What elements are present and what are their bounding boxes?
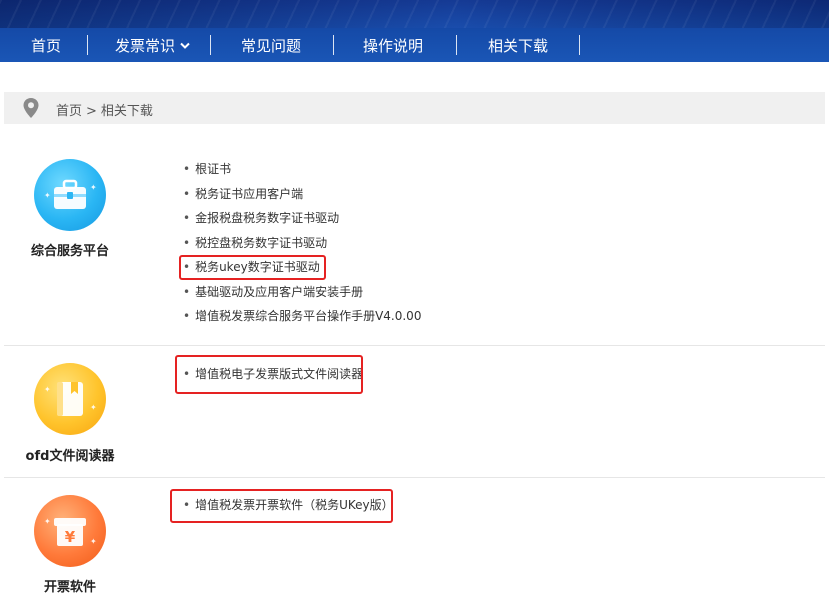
nav-home[interactable]: 首页 bbox=[31, 28, 61, 62]
download-list: 增值税电子发票版式文件阅读器 bbox=[183, 362, 363, 387]
section-divider bbox=[4, 345, 825, 346]
download-link[interactable]: 税务证书应用客户端 bbox=[183, 182, 421, 207]
breadcrumb-trail: 首页 > 相关下载 bbox=[56, 100, 153, 119]
yuan-invoice-icon: ¥ bbox=[54, 518, 86, 546]
nav-home-label: 首页 bbox=[31, 36, 62, 55]
section-title: ofd文件阅读器 bbox=[25, 449, 115, 464]
service-platform-icon-badge: ✦ ✦ bbox=[34, 159, 106, 231]
nav-downloads-label: 相关下载 bbox=[488, 36, 549, 55]
download-link[interactable]: 税控盘税务数字证书驱动 bbox=[183, 231, 421, 256]
download-link[interactable]: 增值税发票开票软件（税务UKey版） bbox=[183, 493, 394, 518]
nav-invoice-knowledge-label: 发票常识 bbox=[115, 36, 176, 55]
download-link[interactable]: 增值税发票综合服务平台操作手册V4.0.00 bbox=[183, 304, 421, 329]
section-title: 开票软件 bbox=[43, 580, 96, 595]
nav-instructions[interactable]: 操作说明 bbox=[363, 28, 423, 62]
sparkle-icon: ✦ bbox=[44, 191, 51, 200]
download-link[interactable]: 基础驱动及应用客户端安装手册 bbox=[183, 280, 421, 305]
download-link[interactable]: 金报税盘税务数字证书驱动 bbox=[183, 206, 421, 231]
nav-invoice-knowledge[interactable]: 发票常识 bbox=[115, 28, 190, 62]
main-nav: 首页 发票常识 常见问题 操作说明 相关下载 bbox=[0, 28, 829, 62]
nav-separator bbox=[333, 35, 334, 55]
sparkle-icon: ✦ bbox=[44, 385, 51, 394]
briefcase-icon bbox=[54, 179, 86, 209]
section-title: 综合服务平台 bbox=[30, 244, 109, 259]
sparkle-icon: ✦ bbox=[44, 517, 51, 526]
download-list: 增值税发票开票软件（税务UKey版） bbox=[183, 493, 394, 518]
nav-downloads[interactable]: 相关下载 bbox=[488, 28, 548, 62]
nav-separator bbox=[87, 35, 88, 55]
download-link[interactable]: 增值税电子发票版式文件阅读器 bbox=[183, 362, 363, 387]
download-link[interactable]: 税务ukey数字证书驱动 bbox=[183, 255, 421, 280]
svg-text:¥: ¥ bbox=[65, 528, 76, 546]
nav-separator bbox=[210, 35, 211, 55]
sparkle-icon: ✦ bbox=[90, 403, 97, 412]
breadcrumb-current: 相关下载 bbox=[100, 104, 153, 119]
ofd-reader-icon-badge: ✦ ✦ bbox=[34, 363, 106, 435]
invoicing-software-icon-badge: ✦ ✦ ¥ bbox=[34, 495, 106, 567]
download-link[interactable]: 根证书 bbox=[183, 157, 421, 182]
nav-faq[interactable]: 常见问题 bbox=[241, 28, 301, 62]
chevron-down-icon bbox=[180, 40, 190, 53]
download-list: 根证书 税务证书应用客户端 金报税盘税务数字证书驱动 税控盘税务数字证书驱动 税… bbox=[183, 157, 421, 329]
nav-separator bbox=[579, 35, 580, 55]
section-divider bbox=[4, 477, 825, 478]
top-banner: 首页 发票常识 常见问题 操作说明 相关下载 bbox=[0, 0, 829, 62]
breadcrumb-home[interactable]: 首页 bbox=[56, 104, 82, 119]
nav-separator bbox=[456, 35, 457, 55]
location-pin-icon bbox=[23, 98, 39, 118]
sparkle-icon: ✦ bbox=[90, 183, 97, 192]
breadcrumb: 首页 > 相关下载 bbox=[4, 92, 825, 124]
book-icon bbox=[57, 382, 83, 416]
sparkle-icon: ✦ bbox=[90, 537, 97, 546]
nav-instructions-label: 操作说明 bbox=[363, 36, 424, 55]
breadcrumb-separator: > bbox=[86, 104, 97, 119]
nav-faq-label: 常见问题 bbox=[241, 36, 302, 55]
